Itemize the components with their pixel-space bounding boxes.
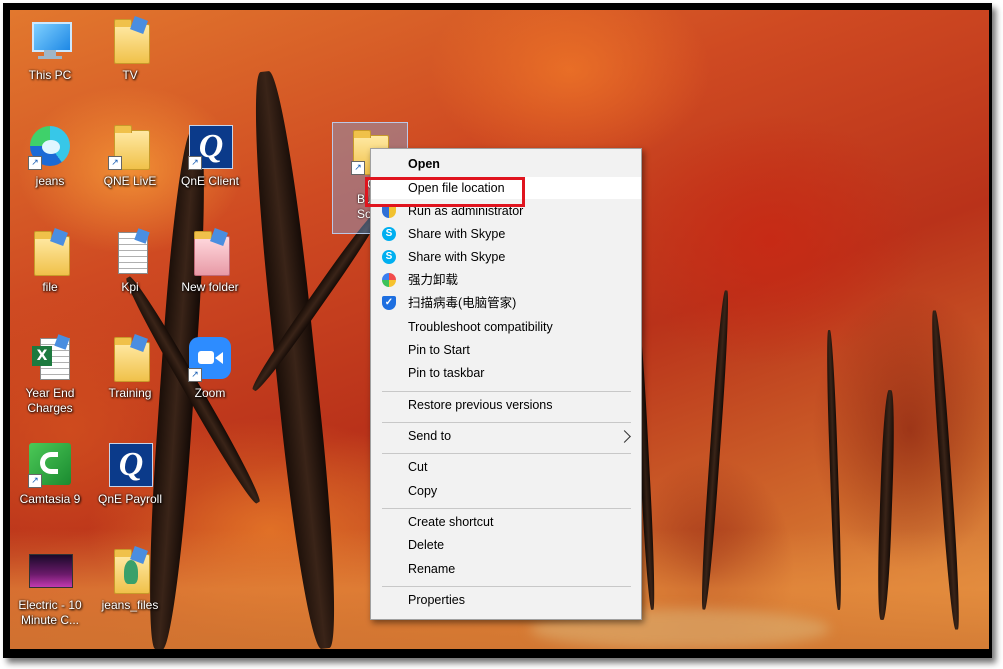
- icon-label: Year End Charges: [25, 386, 75, 415]
- context-menu: Open Open file location Run as administr…: [370, 148, 642, 620]
- menu-item-force-uninstall[interactable]: 强力卸载: [371, 269, 641, 291]
- menu-item-label: Share with Skype: [408, 250, 506, 264]
- menu-item-open[interactable]: Open: [371, 153, 641, 175]
- skype-icon: S: [382, 250, 396, 264]
- icon-label: QnE Payroll: [97, 492, 163, 506]
- menu-item-cut[interactable]: Cut: [371, 456, 641, 478]
- menu-item-send-to[interactable]: Send to: [371, 425, 641, 447]
- desktop-icon-year-end-charges[interactable]: X Year End Charges: [10, 334, 90, 416]
- menu-item-restore-previous-versions[interactable]: Restore previous versions: [371, 394, 641, 416]
- menu-item-share-with-skype-2[interactable]: S Share with Skype: [371, 246, 641, 268]
- desktop-icon-jeans[interactable]: ↗ jeans: [10, 122, 90, 189]
- menu-item-run-as-administrator[interactable]: Run as administrator: [371, 200, 641, 222]
- skype-icon: S: [382, 227, 396, 241]
- video-thumbnail-icon: [26, 546, 74, 594]
- pinwheel-icon: [382, 273, 396, 287]
- icon-label: file: [42, 280, 58, 294]
- menu-separator: [382, 453, 631, 454]
- icon-label: Training: [108, 386, 152, 400]
- desktop-icon-qne-live[interactable]: ↗ QNE LivE: [90, 122, 170, 189]
- menu-item-label: Share with Skype: [408, 227, 506, 241]
- icon-label: TV: [122, 68, 138, 82]
- icon-label: jeans: [35, 174, 65, 188]
- folder-icon: [106, 16, 154, 64]
- menu-item-label: 强力卸载: [408, 273, 459, 287]
- shortcut-arrow-icon: ↗: [28, 474, 42, 488]
- desktop-icon-new-folder[interactable]: New folder: [170, 228, 250, 295]
- computer-icon: [26, 16, 74, 64]
- qne-icon: Q: [106, 440, 154, 488]
- shortcut-arrow-icon: ↗: [351, 161, 365, 175]
- menu-separator: [382, 422, 631, 423]
- icon-label: QNE LivE: [103, 174, 157, 188]
- shield-icon: [382, 204, 396, 218]
- menu-item-pin-to-start[interactable]: Pin to Start: [371, 339, 641, 361]
- desktop[interactable]: This PC ↗ jeans file X Year End Charges …: [10, 10, 989, 649]
- menu-item-label: Send to: [408, 429, 452, 443]
- desktop-icon-kpi[interactable]: Kpi: [90, 228, 170, 295]
- menu-item-share-with-skype[interactable]: S Share with Skype: [371, 223, 641, 245]
- shortcut-arrow-icon: ↗: [188, 156, 202, 170]
- desktop-icon-tv[interactable]: TV: [90, 16, 170, 83]
- icon-label: Camtasia 9: [19, 492, 81, 506]
- qne-icon: Q ↗: [186, 122, 234, 170]
- icon-label: Kpi: [121, 280, 139, 294]
- folder-icon: [106, 546, 154, 594]
- menu-item-properties[interactable]: Properties: [371, 589, 641, 611]
- icon-label: QnE Client: [180, 174, 240, 188]
- folder-icon: [106, 334, 154, 382]
- desktop-icon-this-pc[interactable]: This PC: [10, 16, 90, 83]
- icon-label: jeans_files: [101, 598, 159, 612]
- folder-icon: [26, 228, 74, 276]
- menu-item-troubleshoot-compatibility[interactable]: Troubleshoot compatibility: [371, 316, 641, 338]
- icon-label: New folder: [181, 280, 239, 294]
- menu-separator: [382, 586, 631, 587]
- shortcut-arrow-icon: ↗: [108, 156, 122, 170]
- desktop-icon-camtasia[interactable]: ↗ Camtasia 9: [10, 440, 90, 507]
- menu-item-create-shortcut[interactable]: Create shortcut: [371, 511, 641, 533]
- menu-item-label: Run as administrator: [408, 204, 524, 218]
- desktop-icon-training[interactable]: Training: [90, 334, 170, 401]
- icon-label: Zoom: [194, 386, 226, 400]
- desktop-icon-jeans-files[interactable]: jeans_files: [90, 546, 170, 613]
- desktop-icon-qne-payroll[interactable]: Q QnE Payroll: [90, 440, 170, 507]
- guard-icon: ✓: [382, 296, 396, 310]
- desktop-icon-zoom[interactable]: ↗ Zoom: [170, 334, 250, 401]
- icon-label: This PC: [28, 68, 72, 82]
- menu-item-delete[interactable]: Delete: [371, 534, 641, 556]
- menu-item-pin-to-taskbar[interactable]: Pin to taskbar: [371, 362, 641, 384]
- menu-item-copy[interactable]: Copy: [371, 480, 641, 502]
- menu-separator: [382, 391, 631, 392]
- icon-label: Electric - 10 Minute C...: [18, 598, 82, 627]
- menu-item-scan-virus[interactable]: ✓ 扫描病毒(电脑管家): [371, 292, 641, 314]
- desktop-icon-file[interactable]: file: [10, 228, 90, 295]
- camtasia-icon: ↗: [26, 440, 74, 488]
- menu-separator: [382, 508, 631, 509]
- desktop-icon-qne-client[interactable]: Q ↗ QnE Client: [170, 122, 250, 189]
- menu-item-open-file-location[interactable]: Open file location: [371, 177, 641, 199]
- menu-item-rename[interactable]: Rename: [371, 558, 641, 580]
- excel-file-icon: X: [26, 334, 74, 382]
- folder-icon: ↗: [106, 122, 154, 170]
- edge-icon: ↗: [26, 122, 74, 170]
- zoom-icon: ↗: [186, 334, 234, 382]
- menu-item-label: 扫描病毒(电脑管家): [408, 296, 517, 310]
- folder-icon: [186, 228, 234, 276]
- chevron-right-icon: [618, 430, 631, 443]
- desktop-icon-electric-video[interactable]: Electric - 10 Minute C...: [10, 546, 90, 628]
- shortcut-arrow-icon: ↗: [188, 368, 202, 382]
- shortcut-arrow-icon: ↗: [28, 156, 42, 170]
- document-icon: [106, 228, 154, 276]
